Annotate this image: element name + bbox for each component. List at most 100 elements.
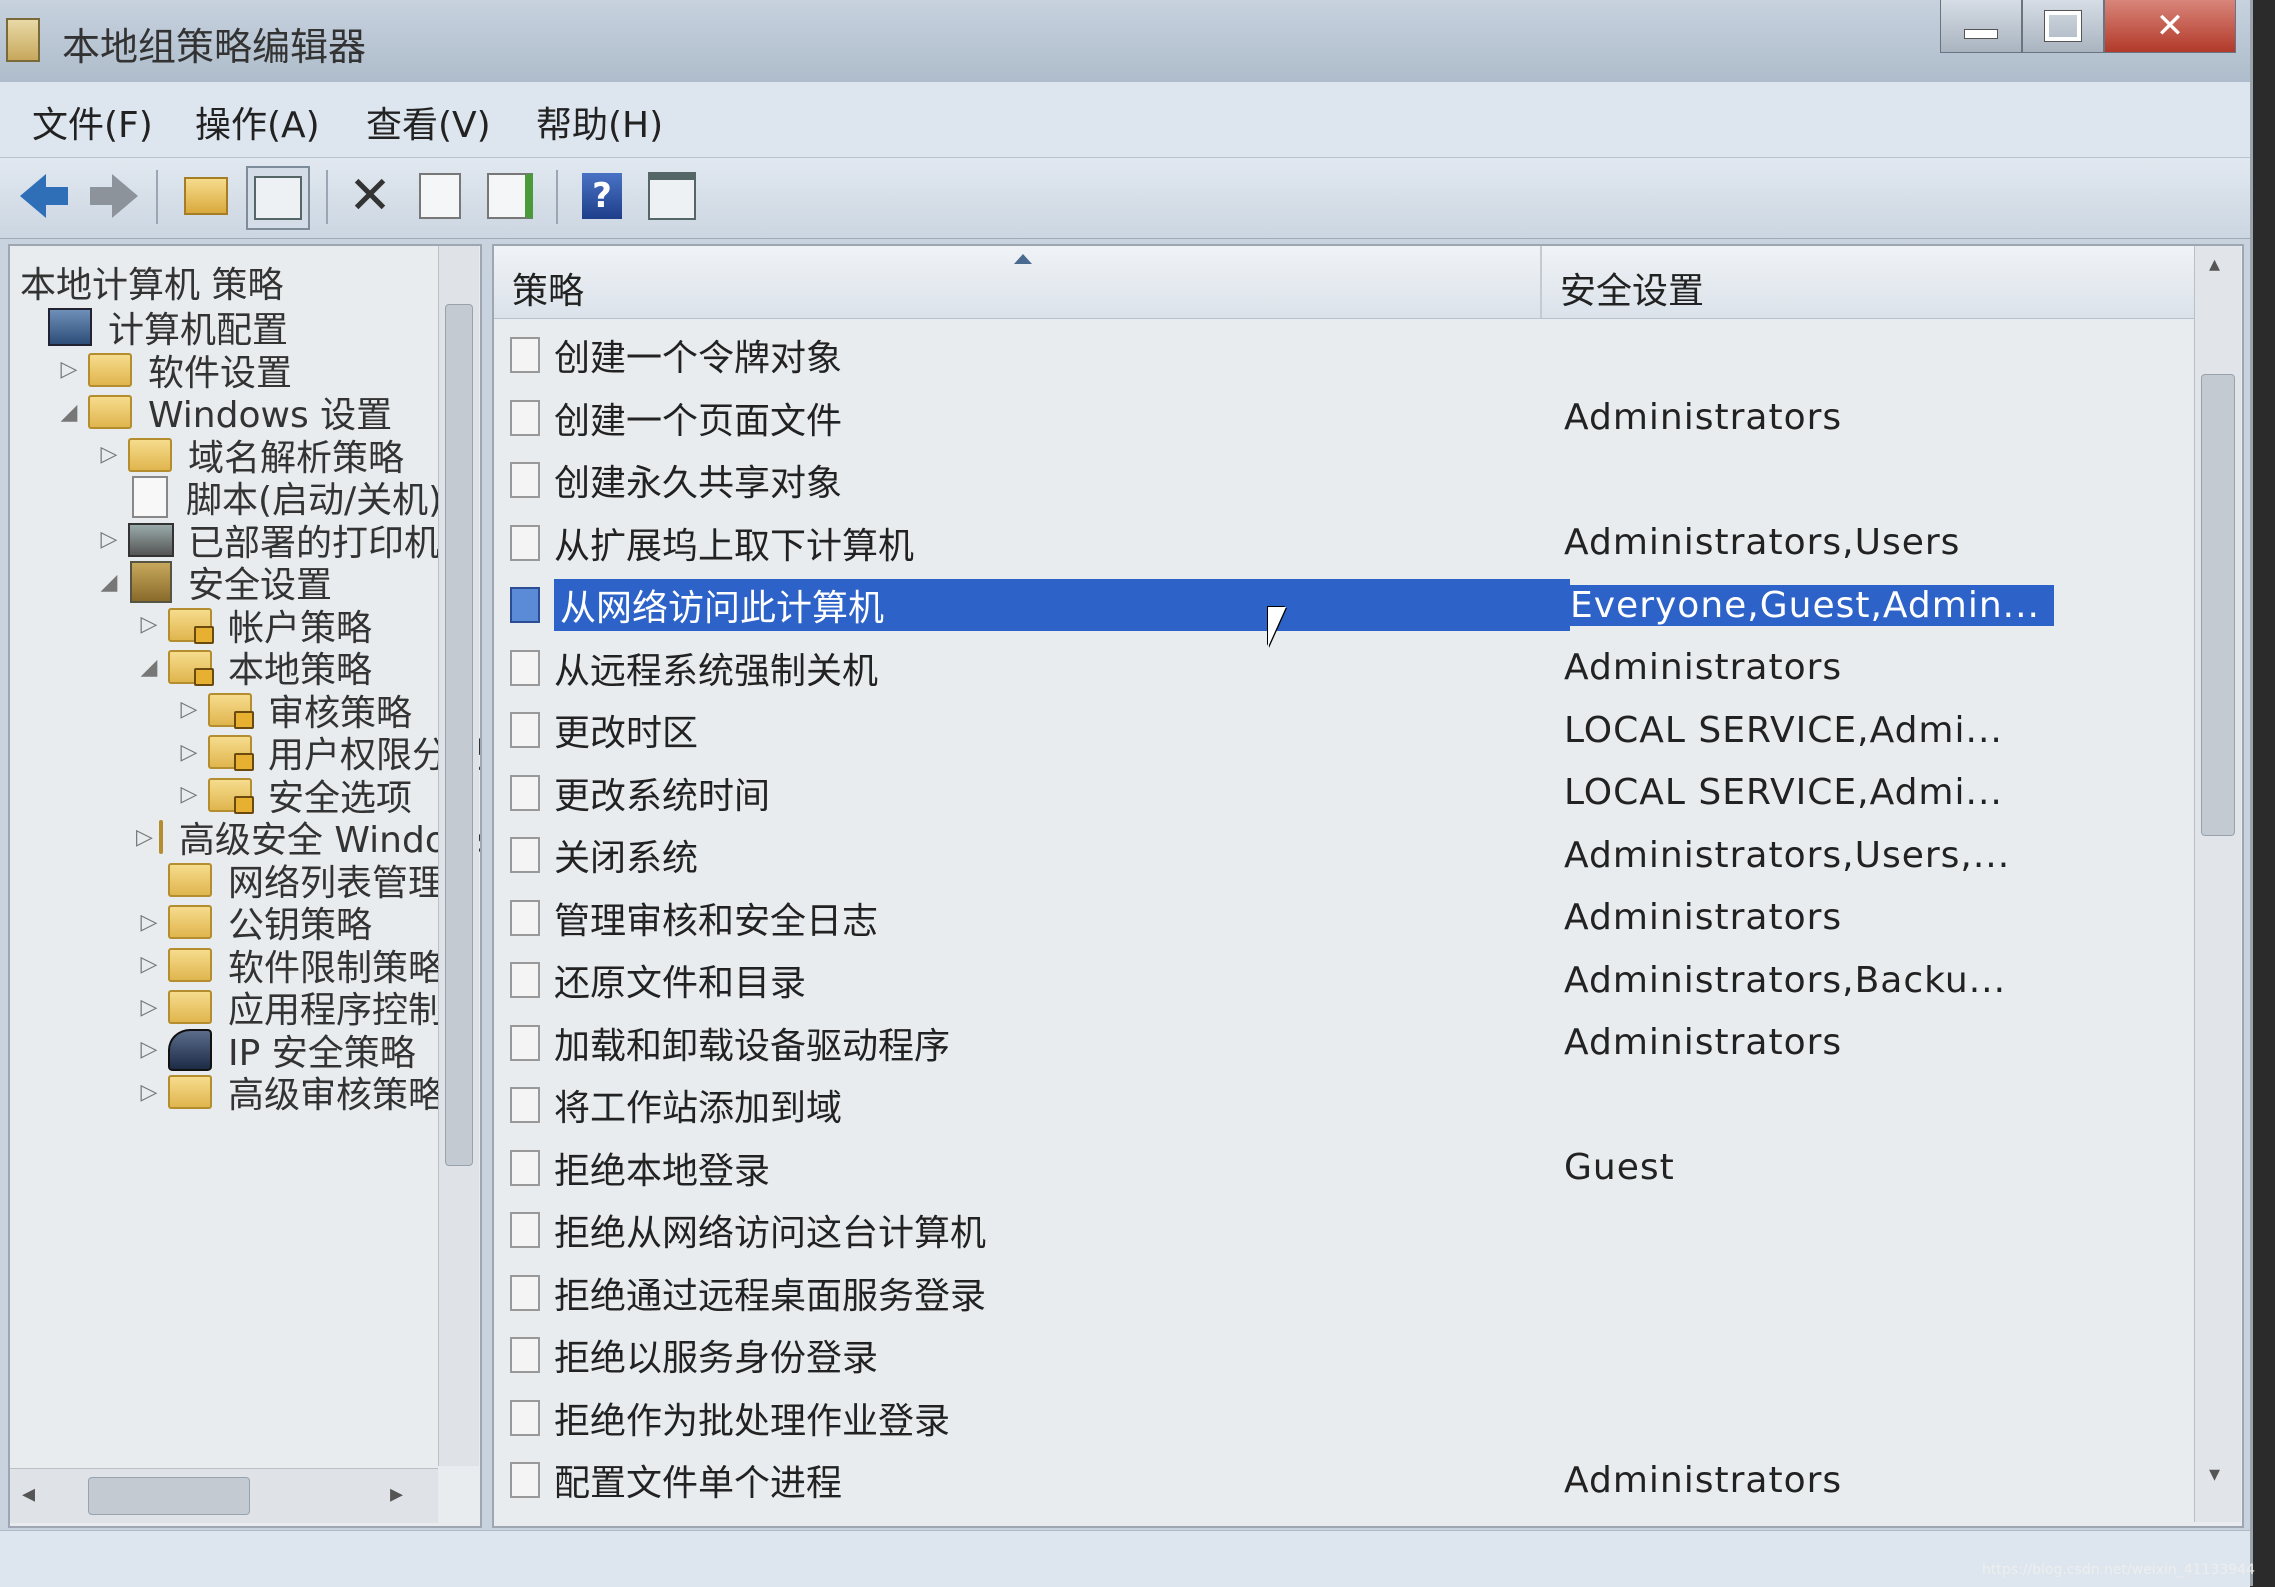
tree-expander-icon[interactable]: ▷ [176, 740, 202, 765]
properties-button[interactable] [410, 166, 470, 226]
back-button[interactable] [14, 166, 74, 226]
policy-row[interactable]: 更改时区 LOCAL SERVICE,Admi... [510, 701, 2210, 759]
tree-item[interactable]: ▷ 用户权限分配 [176, 731, 480, 776]
tree-item[interactable]: ▷ 审核策略 [176, 689, 480, 734]
tree-expander-icon[interactable]: ▷ [136, 910, 162, 935]
menu-view[interactable]: 查看(V) [366, 96, 491, 148]
policy-row[interactable]: 创建永久共享对象 [510, 451, 2210, 509]
tree-item[interactable]: ▷ 软件限制策略 [136, 944, 480, 989]
tree-expander-icon[interactable]: ▷ [176, 697, 202, 722]
tree-expander-icon[interactable]: ◢ [96, 570, 122, 595]
menu-file[interactable]: 文件(F) [32, 96, 153, 148]
export-list-button[interactable] [480, 166, 540, 226]
tree-item[interactable]: ▷ 帐户策略 [136, 604, 480, 649]
tree-item[interactable]: ▷ 已部署的打印机 [96, 519, 480, 564]
tree-item[interactable]: ▷高级审核策略配置 [136, 1071, 480, 1116]
policy-row[interactable]: 从远程系统强制关机 Administrators [510, 639, 2210, 697]
up-level-button[interactable] [176, 166, 236, 226]
up-folder-icon [184, 177, 228, 215]
policy-row[interactable]: 更改系统时间 LOCAL SERVICE,Admi... [510, 764, 2210, 822]
tree-item[interactable]: 网络列表管理器策略 [136, 859, 480, 904]
show-hide-tree-button[interactable] [246, 166, 310, 230]
policy-row[interactable]: 拒绝从网络访问这台计算机 [510, 1201, 2210, 1259]
toolbar: ✕ ? [0, 158, 2250, 239]
tree-item[interactable]: ◢ 安全设置 [96, 561, 480, 606]
policy-row[interactable]: 还原文件和目录 Administrators,Backu... [510, 951, 2210, 1009]
tree-expander-icon[interactable]: ▷ [56, 357, 82, 382]
close-button[interactable]: ✕ [2104, 0, 2236, 53]
script-icon [132, 476, 168, 518]
forward-button[interactable] [84, 166, 144, 226]
scroll-left-icon[interactable]: ◂ [22, 1479, 35, 1509]
column-divider[interactable] [1540, 246, 1542, 318]
title-bar[interactable]: 本地组策略编辑器 ✕ [0, 0, 2250, 82]
minimize-button[interactable] [1940, 0, 2022, 53]
policy-row[interactable]: 配置文件单个进程 Administrators [510, 1451, 2210, 1509]
tree-item[interactable]: ◢ 本地策略 [136, 646, 480, 691]
tree-expander-icon[interactable]: ▷ [136, 952, 162, 977]
tree-expander-icon[interactable]: ▷ [136, 995, 162, 1020]
tree-item[interactable]: ◢ Windows 设置 [56, 391, 480, 436]
menu-help[interactable]: 帮助(H) [536, 96, 663, 148]
tree-expander-icon[interactable]: ▷ [136, 1037, 162, 1062]
policy-setting: Guest [1564, 1147, 1675, 1188]
show-hide-tree-icon [254, 176, 302, 220]
tree-horizontal-scrollbar[interactable]: ◂ ▸ [10, 1468, 438, 1523]
tree-expander-icon[interactable]: ▷ [136, 1080, 162, 1105]
extended-view-button[interactable] [642, 166, 702, 226]
tree-vertical-scrollbar[interactable] [438, 246, 479, 1466]
tree-item[interactable]: 脚本(启动/关机) [96, 476, 480, 521]
window-title: 本地组策略编辑器 [62, 25, 367, 69]
back-icon [20, 174, 68, 218]
scroll-down-icon[interactable]: ▾ [2209, 1462, 2220, 1487]
list-vertical-scrollbar[interactable]: ▴ ▾ [2194, 246, 2241, 1522]
policy-row[interactable]: 从网络访问此计算机 Everyone,Guest,Admin... [510, 576, 2210, 634]
menu-action[interactable]: 操作(A) [195, 96, 320, 148]
list-vscroll-thumb[interactable] [2201, 374, 2235, 836]
tree-expander-icon[interactable]: ▷ [136, 825, 153, 850]
column-header-policy[interactable]: 策略 [512, 262, 584, 314]
policy-row[interactable]: 加载和卸载设备驱动程序 Administrators [510, 1014, 2210, 1072]
tree-item[interactable]: ▷ 公钥策略 [136, 901, 480, 946]
tree-expander-icon[interactable]: ◢ [56, 400, 82, 425]
policy-row[interactable]: 管理审核和安全日志 Administrators [510, 889, 2210, 947]
tree-expander-icon[interactable]: ▷ [136, 612, 162, 637]
tree-item[interactable]: ▷ IP 安全策略 [136, 1028, 480, 1074]
policy-row[interactable]: 从扩展坞上取下计算机 Administrators,Users [510, 514, 2210, 572]
policy-row[interactable]: 创建一个令牌对象 [510, 326, 2210, 384]
maximize-button[interactable] [2022, 0, 2104, 53]
tree-item[interactable]: ▷应用程序控制策略 [136, 986, 480, 1031]
scroll-up-icon[interactable]: ▴ [2209, 252, 2220, 277]
column-header-security-setting[interactable]: 安全设置 [1560, 262, 1704, 314]
tree-item[interactable]: ▷ 安全选项 [176, 774, 480, 819]
policy-name: 拒绝作为批处理作业登录 [554, 1400, 951, 1442]
properties-icon [419, 173, 461, 219]
folder-icon [168, 905, 212, 939]
policy-name: 创建一个页面文件 [554, 400, 843, 442]
tree-expander-icon[interactable]: ▷ [96, 442, 122, 467]
policy-row[interactable]: 拒绝作为批处理作业登录 [510, 1389, 2210, 1447]
policy-row[interactable]: 创建一个页面文件 Administrators [510, 389, 2210, 447]
tree-expander-icon[interactable]: ▷ [176, 782, 202, 807]
tree-item[interactable]: ▷ 域名解析策略 [96, 434, 480, 479]
tree-item[interactable]: 计算机配置 [16, 306, 476, 351]
policy-icon [510, 837, 540, 873]
tree-hscroll-thumb[interactable] [88, 1477, 250, 1515]
policy-row[interactable]: 将工作站添加到域 [510, 1076, 2210, 1134]
help-button[interactable]: ? [572, 166, 632, 226]
folder-icon [168, 862, 212, 897]
folder-icon [128, 437, 172, 472]
locked-folder-icon [168, 607, 214, 644]
policy-row[interactable]: 拒绝本地登录 Guest [510, 1139, 2210, 1197]
tree-expander-icon[interactable]: ▷ [96, 527, 122, 552]
tree-expander-icon[interactable]: ◢ [136, 655, 162, 680]
policy-row[interactable]: 关闭系统 Administrators,Users,... [510, 826, 2210, 884]
tree-item[interactable]: ▷ 软件设置 [56, 349, 480, 394]
policy-row[interactable]: 拒绝以服务身份登录 [510, 1326, 2210, 1384]
tree-vscroll-thumb[interactable] [445, 304, 473, 1166]
delete-button[interactable]: ✕ [340, 166, 400, 226]
console-tree[interactable]: 本地计算机 策略 计算机配置 ▷ 软件设置 ◢ Windows 设置 ▷ 域名解析策略 脚本(… [8, 244, 482, 1528]
scroll-right-icon[interactable]: ▸ [390, 1479, 403, 1509]
policy-row[interactable]: 拒绝通过远程桌面服务登录 [510, 1264, 2210, 1322]
tree-item[interactable]: ▷高级安全 Windows 防火墙 [136, 816, 480, 861]
